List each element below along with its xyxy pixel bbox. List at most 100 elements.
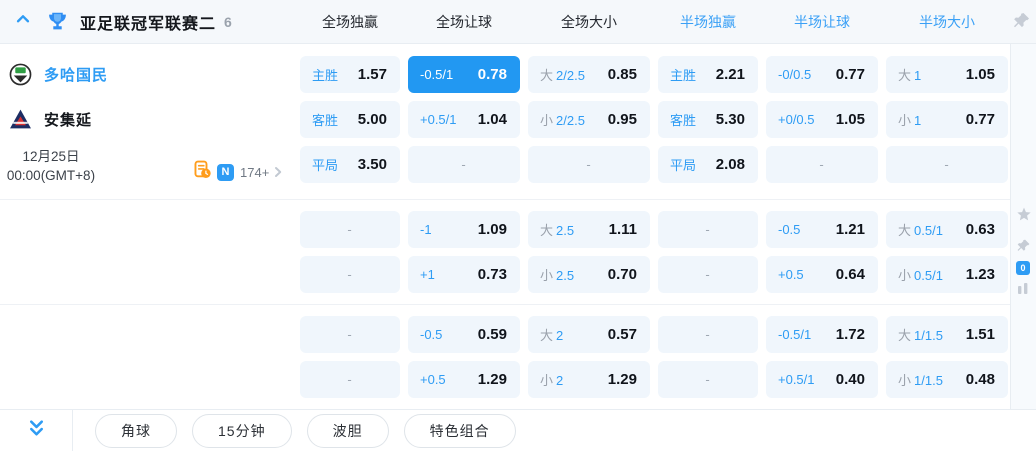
odds-cell-empty: - bbox=[658, 316, 758, 353]
odds-cell-empty: - bbox=[300, 256, 400, 293]
odds-value: 1.57 bbox=[357, 66, 387, 83]
footer-divider bbox=[72, 410, 73, 451]
expand-more-button[interactable] bbox=[0, 418, 72, 444]
odds-label-prefix: 小 bbox=[898, 268, 912, 283]
pin-small-icon[interactable] bbox=[1016, 238, 1031, 258]
chevron-up-icon bbox=[14, 10, 32, 33]
stats-bars-icon[interactable] bbox=[1016, 281, 1030, 300]
odds-label-prefix: 大 bbox=[898, 328, 912, 343]
market-tab-button-1[interactable]: 15分钟 bbox=[192, 413, 292, 448]
odds-cell[interactable]: 主胜 2.21 bbox=[658, 56, 758, 93]
group-divider bbox=[0, 304, 1010, 305]
odds-label: 主胜 bbox=[312, 68, 339, 83]
odds-cell[interactable]: 大 2.5 1.11 bbox=[528, 211, 650, 248]
odds-value: 2.21 bbox=[715, 66, 745, 83]
odds-group-second: - -1 1.09 大 2.5 1.11 - -0.5 1.21 大 0.5/1 0.63 - +1 0.7… bbox=[300, 211, 1008, 293]
odds-value: 5.30 bbox=[715, 111, 745, 128]
favorite-star-icon[interactable] bbox=[1016, 206, 1032, 227]
home-team-crest-icon bbox=[8, 63, 32, 86]
odds-label: 大 2/2.5 bbox=[540, 68, 585, 83]
odds-value: 1.29 bbox=[607, 371, 637, 388]
odds-value: 0.77 bbox=[835, 66, 865, 83]
odds-cell[interactable]: 大 0.5/1 0.63 bbox=[886, 211, 1008, 248]
home-team-row: 多哈国民 bbox=[8, 56, 108, 93]
odds-cell[interactable]: 小 1/1.5 0.48 bbox=[886, 361, 1008, 398]
column-header-2: 全场大小 bbox=[561, 13, 617, 30]
odds-value: 1.29 bbox=[477, 371, 507, 388]
league-title: 亚足联冠军联赛二 bbox=[80, 15, 217, 33]
n-badge-icon: N bbox=[217, 163, 234, 181]
odds-cell[interactable]: -0.5 0.59 bbox=[408, 316, 520, 353]
odds-cell[interactable]: 主胜 1.57 bbox=[300, 56, 400, 93]
odds-cell-empty: - bbox=[300, 361, 400, 398]
odds-cell[interactable]: 大 1/1.5 1.51 bbox=[886, 316, 1008, 353]
odds-cell[interactable]: -0/0.5 0.77 bbox=[766, 56, 878, 93]
odds-value: 1.04 bbox=[477, 111, 507, 128]
odds-label: 小 1/1.5 bbox=[898, 373, 943, 388]
odds-label-prefix: 小 bbox=[898, 373, 912, 388]
column-header-3: 半场独赢 bbox=[680, 13, 736, 30]
market-tab-button-3[interactable]: 特色组合 bbox=[403, 413, 516, 448]
odds-cell[interactable]: 大 1 1.05 bbox=[886, 56, 1008, 93]
odds-cell[interactable]: -1 1.09 bbox=[408, 211, 520, 248]
odds-value: 0.40 bbox=[835, 371, 865, 388]
market-tab-button-0[interactable]: 角球 bbox=[95, 413, 177, 448]
odds-label-prefix: 大 bbox=[540, 328, 554, 343]
zero-badge-icon[interactable]: 0 bbox=[1016, 261, 1030, 275]
collapse-league-button[interactable] bbox=[10, 9, 36, 35]
odds-label: -0.5 bbox=[778, 222, 801, 237]
odds-value: 1.11 bbox=[608, 221, 637, 238]
odds-cell[interactable]: -0.5 1.21 bbox=[766, 211, 878, 248]
odds-value: 5.00 bbox=[357, 111, 387, 128]
odds-cell[interactable]: 小 1 0.77 bbox=[886, 101, 1008, 138]
market-tab-button-2[interactable]: 波胆 bbox=[306, 413, 389, 448]
odds-value: 1.09 bbox=[477, 221, 507, 238]
odds-value: 1.05 bbox=[965, 66, 995, 83]
odds-cell[interactable]: +0.5 1.29 bbox=[408, 361, 520, 398]
column-header-1: 全场让球 bbox=[436, 13, 492, 30]
odds-cell-empty: - bbox=[766, 146, 878, 183]
odds-cell[interactable]: 客胜 5.00 bbox=[300, 101, 400, 138]
odds-cell[interactable]: 小 2.5 0.70 bbox=[528, 256, 650, 293]
odds-label: 客胜 bbox=[670, 113, 697, 128]
odds-label-prefix: 小 bbox=[540, 113, 554, 128]
pin-icon[interactable] bbox=[1012, 11, 1031, 35]
odds-cell-empty: - bbox=[886, 146, 1008, 183]
odds-label: 小 2/2.5 bbox=[540, 113, 585, 128]
odds-value: 1.51 bbox=[965, 326, 995, 343]
away-team-crest-icon bbox=[8, 108, 32, 131]
odds-cell[interactable]: +0.5/1 1.04 bbox=[408, 101, 520, 138]
odds-label-prefix: 大 bbox=[898, 68, 912, 83]
odds-label-prefix: 小 bbox=[898, 113, 912, 128]
odds-value: 0.59 bbox=[477, 326, 507, 343]
odds-label: 小 2.5 bbox=[540, 268, 575, 283]
odds-label-prefix: 大 bbox=[540, 223, 554, 238]
odds-cell[interactable]: -0.5/1 1.72 bbox=[766, 316, 878, 353]
odds-cell-empty: - bbox=[408, 146, 520, 183]
odds-label: 小1 bbox=[898, 113, 922, 128]
odds-cell[interactable]: -0.5/1 0.78 bbox=[408, 56, 520, 93]
odds-cell[interactable]: 小 2/2.5 0.95 bbox=[528, 101, 650, 138]
odds-cell[interactable]: 小 2 1.29 bbox=[528, 361, 650, 398]
odds-cell[interactable]: 客胜 5.30 bbox=[658, 101, 758, 138]
odds-label-prefix: 小 bbox=[540, 268, 554, 283]
odds-cell[interactable]: +0/0.5 1.05 bbox=[766, 101, 878, 138]
league-header: 亚足联冠军联赛二 6 全场独赢 全场让球 全场大小 半场独赢 半场让球 半场大小 bbox=[0, 0, 1036, 44]
odds-value: 0.95 bbox=[607, 111, 637, 128]
odds-value: 0.57 bbox=[607, 326, 637, 343]
match-time: 00:00(GMT+8) bbox=[6, 168, 96, 183]
odds-label: +0.5/1 bbox=[778, 372, 815, 387]
odds-cell[interactable]: 大 2/2.5 0.85 bbox=[528, 56, 650, 93]
odds-cell[interactable]: 平局 3.50 bbox=[300, 146, 400, 183]
odds-cell-empty: - bbox=[300, 211, 400, 248]
odds-cell[interactable]: +0.5 0.64 bbox=[766, 256, 878, 293]
odds-cell[interactable]: +1 0.73 bbox=[408, 256, 520, 293]
more-markets-link[interactable]: N 174+ bbox=[193, 160, 285, 182]
odds-cell[interactable]: +0.5/1 0.40 bbox=[766, 361, 878, 398]
odds-value: 0.77 bbox=[965, 111, 995, 128]
odds-label: 平局 bbox=[312, 158, 339, 173]
odds-label: +0.5 bbox=[420, 372, 446, 387]
odds-cell[interactable]: 平局 2.08 bbox=[658, 146, 758, 183]
odds-cell[interactable]: 大 2 0.57 bbox=[528, 316, 650, 353]
odds-cell[interactable]: 小 0.5/1 1.23 bbox=[886, 256, 1008, 293]
